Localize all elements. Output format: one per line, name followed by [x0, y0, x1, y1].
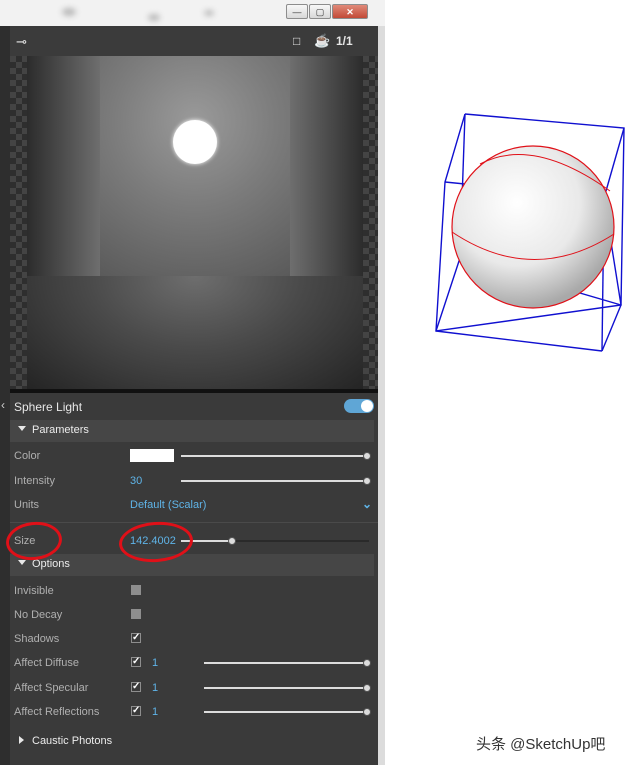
- toggle-knob: [361, 400, 373, 412]
- preview-checker-right: [363, 56, 378, 389]
- preview-light-sphere: [173, 120, 217, 164]
- minimize-button[interactable]: —: [286, 4, 308, 19]
- color-slider-knob[interactable]: [363, 452, 371, 460]
- affect-specular-checkbox[interactable]: ✓: [131, 682, 141, 692]
- light-title: Sphere Light: [14, 400, 83, 414]
- units-label: Units: [14, 499, 40, 511]
- preview-checker-left: [10, 56, 27, 389]
- chevron-down-icon[interactable]: ⌄: [362, 497, 372, 511]
- watermark-text: 头条 @SketchUp吧: [476, 736, 606, 753]
- size-row: Size 142.4002: [10, 531, 378, 555]
- size-slider-track[interactable]: [235, 540, 369, 542]
- row-divider: [10, 522, 378, 523]
- light-source-icon[interactable]: ⊸: [16, 34, 27, 50]
- titlebar-smudge: [148, 14, 160, 21]
- sphere-body: [451, 145, 615, 309]
- affect-diffuse-checkbox[interactable]: ✓: [131, 657, 141, 667]
- intensity-value[interactable]: 30: [130, 475, 142, 487]
- viewport-sphere-light[interactable]: [430, 108, 630, 358]
- options-header-label: Options: [32, 558, 70, 570]
- nodecay-row: No Decay: [10, 605, 378, 629]
- color-row: Color: [10, 446, 378, 470]
- intensity-slider-knob[interactable]: [363, 477, 371, 485]
- square-frame-icon[interactable]: □: [293, 34, 300, 48]
- light-title-row: Sphere Light: [10, 396, 378, 420]
- caustic-section-header[interactable]: Caustic Photons: [10, 731, 374, 753]
- parameters-section-header[interactable]: Parameters: [10, 420, 374, 442]
- preview-toolbar: ⊸ □ ☕ 1/1: [10, 28, 378, 56]
- maximize-button[interactable]: ▢: [309, 4, 331, 19]
- preview-right-wall: [290, 56, 363, 276]
- invisible-row: Invisible: [10, 581, 378, 605]
- nodecay-checkbox[interactable]: [131, 609, 141, 619]
- affect-reflections-value[interactable]: 1: [152, 706, 158, 718]
- color-slider-track[interactable]: [181, 455, 366, 457]
- teapot-icon[interactable]: ☕: [314, 33, 330, 49]
- shadows-label: Shadows: [14, 633, 60, 645]
- light-enable-toggle[interactable]: [344, 399, 374, 413]
- panel-side-strip: [0, 26, 10, 765]
- window-controls: — ▢ ✕: [286, 4, 369, 20]
- affect-diffuse-slider-track[interactable]: [204, 662, 366, 664]
- affect-reflections-label: Affect Reflections: [14, 706, 100, 718]
- parameters-header-label: Parameters: [32, 424, 89, 436]
- affect-reflections-slider-track[interactable]: [204, 711, 366, 713]
- titlebar-smudge: [204, 10, 214, 16]
- intensity-row: Intensity 30: [10, 471, 378, 495]
- material-preview[interactable]: [27, 56, 363, 389]
- intensity-label: Intensity: [14, 475, 55, 487]
- expand-triangle-icon: [18, 426, 26, 431]
- preview-divider: [10, 389, 378, 393]
- affect-reflections-slider-knob[interactable]: [363, 708, 371, 716]
- invisible-label: Invisible: [14, 585, 54, 597]
- preview-left-wall: [27, 56, 100, 276]
- affect-specular-slider-track[interactable]: [204, 687, 366, 689]
- color-swatch[interactable]: [130, 449, 174, 462]
- affect-reflections-row: Affect Reflections 1: [10, 702, 378, 726]
- affect-specular-slider-knob[interactable]: [363, 684, 371, 692]
- affect-diffuse-slider-knob[interactable]: [363, 659, 371, 667]
- options-section-header[interactable]: Options: [10, 554, 374, 576]
- expand-triangle-icon: [18, 560, 26, 565]
- shadows-row: Shadows: [10, 629, 378, 653]
- affect-specular-label: Affect Specular: [14, 682, 89, 694]
- units-dropdown[interactable]: Default (Scalar): [130, 499, 206, 511]
- collapsed-triangle-icon: [19, 736, 24, 744]
- affect-specular-value[interactable]: 1: [152, 682, 158, 694]
- preview-back-wall: [100, 56, 290, 276]
- color-label: Color: [14, 450, 41, 462]
- intensity-slider-track[interactable]: [181, 480, 366, 482]
- caustic-header-label: Caustic Photons: [32, 735, 113, 747]
- collapse-chevron-icon[interactable]: ‹: [1, 398, 5, 412]
- affect-diffuse-row: Affect Diffuse 1: [10, 653, 378, 677]
- affect-specular-row: Affect Specular 1: [10, 678, 378, 702]
- preview-floor: [27, 276, 363, 389]
- units-row: Units Default (Scalar): [10, 495, 378, 519]
- size-slider-knob[interactable]: [228, 537, 236, 545]
- ratio-label[interactable]: 1/1: [336, 34, 353, 48]
- affect-diffuse-label: Affect Diffuse: [14, 657, 80, 669]
- shadows-checkbox[interactable]: ✓: [131, 633, 141, 643]
- panel-right-edge: [378, 26, 385, 765]
- affect-diffuse-value[interactable]: 1: [152, 657, 158, 669]
- invisible-checkbox[interactable]: [131, 585, 141, 595]
- titlebar-smudge: [62, 8, 76, 16]
- close-button[interactable]: ✕: [332, 4, 368, 19]
- affect-reflections-checkbox[interactable]: ✓: [131, 706, 141, 716]
- nodecay-label: No Decay: [14, 609, 63, 621]
